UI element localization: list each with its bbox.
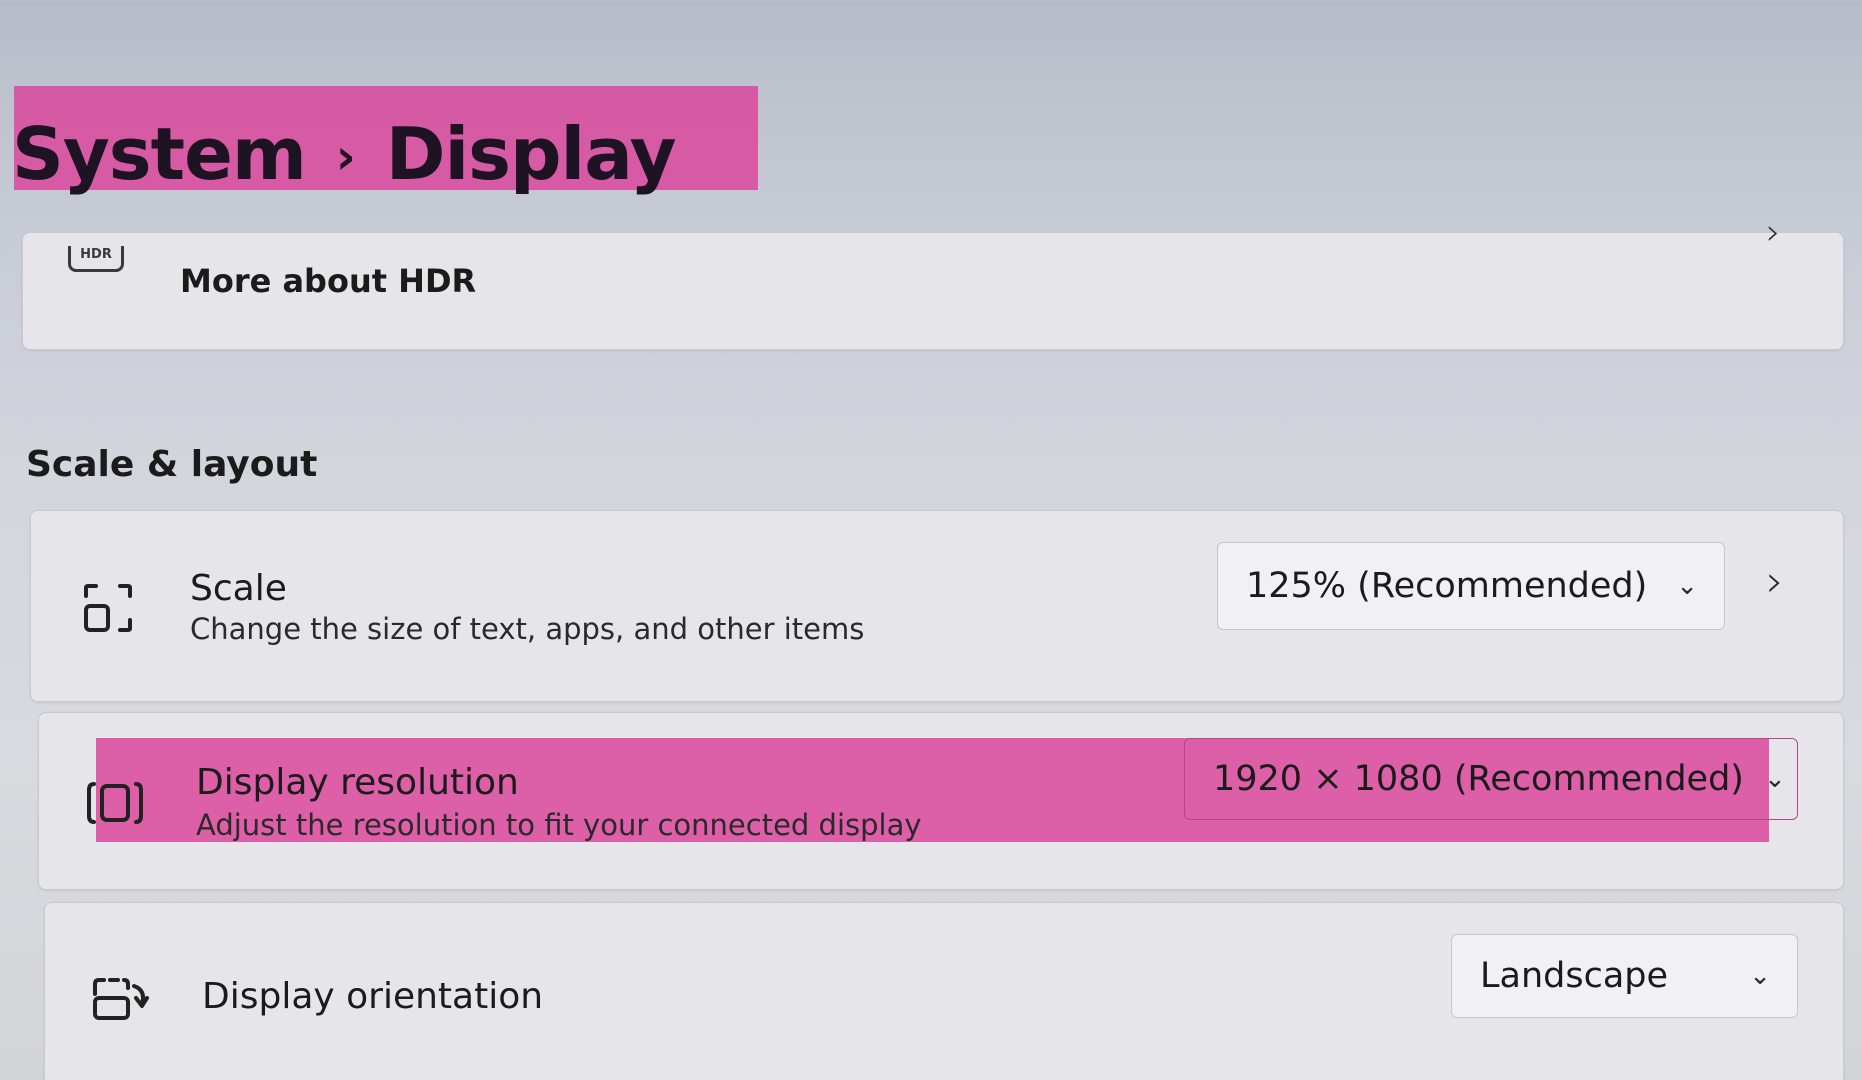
scale-description: Change the size of text, apps, and other… <box>190 612 865 646</box>
resolution-dropdown[interactable]: 1920 × 1080 (Recommended) ⌄ <box>1184 738 1798 820</box>
scale-dropdown[interactable]: 125% (Recommended) ⌄ <box>1217 542 1725 630</box>
orientation-dropdown[interactable]: Landscape ⌄ <box>1451 934 1798 1018</box>
resolution-dropdown-value: 1920 × 1080 (Recommended) <box>1213 759 1744 799</box>
section-title: Scale & layout <box>26 444 318 485</box>
hdr-icon: HDR <box>68 246 124 272</box>
breadcrumb-separator: › <box>335 129 356 185</box>
hdr-chevron-icon: › <box>1766 212 1781 253</box>
breadcrumb: System › Display <box>12 112 677 196</box>
hdr-card-label: More about HDR <box>180 262 477 300</box>
resolution-description: Adjust the resolution to fit your connec… <box>196 808 922 842</box>
orientation-title: Display orientation <box>202 976 544 1017</box>
orientation-dropdown-value: Landscape <box>1480 956 1669 996</box>
chevron-down-icon: ⌄ <box>1676 571 1698 601</box>
chevron-down-icon: ⌄ <box>1749 961 1771 991</box>
scale-dropdown-value: 125% (Recommended) <box>1246 566 1648 606</box>
scale-icon <box>82 582 134 634</box>
resolution-title: Display resolution <box>196 762 519 803</box>
scale-title: Scale <box>190 568 287 609</box>
breadcrumb-display: Display <box>385 112 677 196</box>
orientation-icon <box>92 976 150 1022</box>
resolution-icon <box>86 780 144 826</box>
breadcrumb-system[interactable]: System <box>12 112 307 196</box>
scale-chevron-icon[interactable]: › <box>1766 556 1784 607</box>
chevron-down-icon: ⌄ <box>1763 764 1786 794</box>
